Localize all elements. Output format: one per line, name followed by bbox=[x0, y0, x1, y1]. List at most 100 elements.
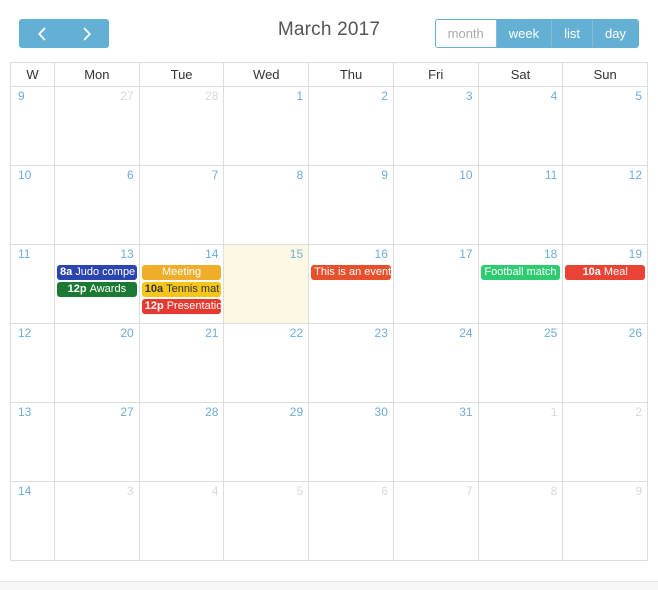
day-cell[interactable]: 28 bbox=[139, 87, 225, 166]
day-cell[interactable]: 1 bbox=[224, 87, 310, 166]
week-number-cell[interactable]: 11 bbox=[11, 245, 55, 324]
day-number: 27 bbox=[120, 89, 134, 103]
day-cell[interactable]: 1 bbox=[478, 403, 564, 482]
day-cell[interactable]: 18 Football match bbox=[478, 245, 564, 324]
day-cell[interactable]: 5 bbox=[563, 87, 649, 166]
event-title: Tennis mat bbox=[166, 283, 220, 295]
day-number: 31 bbox=[459, 405, 473, 419]
view-button-month[interactable]: month bbox=[435, 20, 496, 47]
calendar-event[interactable]: This is an event bbox=[311, 265, 391, 280]
day-cell[interactable]: 27 bbox=[55, 87, 140, 166]
day-cell[interactable]: 27 bbox=[55, 403, 140, 482]
day-number: 8 bbox=[550, 484, 558, 498]
calendar-event[interactable]: 10a Meal bbox=[565, 265, 646, 280]
day-cell[interactable]: 24 bbox=[393, 324, 479, 403]
calendar-event[interactable]: Football match bbox=[480, 265, 561, 280]
day-header-mon: Mon bbox=[55, 63, 140, 87]
day-number: 13 bbox=[120, 247, 134, 261]
day-cell[interactable]: 3 bbox=[55, 482, 140, 561]
day-number: 3 bbox=[127, 484, 134, 498]
week-number-cell[interactable]: 10 bbox=[11, 166, 55, 245]
day-header-wed: Wed bbox=[224, 63, 310, 87]
day-cell[interactable]: 25 bbox=[478, 324, 564, 403]
event-time: 10a bbox=[582, 266, 601, 278]
week-number: 12 bbox=[18, 326, 32, 340]
day-cell[interactable]: 7 bbox=[393, 482, 479, 561]
calendar-event[interactable]: 12p Awards bbox=[57, 282, 137, 297]
day-header-sun: Sun bbox=[563, 63, 649, 87]
day-cell[interactable]: 3 bbox=[393, 87, 479, 166]
calendar-weeks: 9 27 28 1 2 3 4 5 10 6 7 8 9 10 11 12 11 13 8a Judo compe 12… bbox=[11, 87, 649, 561]
day-cell[interactable]: 9 bbox=[563, 482, 649, 561]
day-number: 24 bbox=[459, 326, 473, 340]
calendar-event[interactable]: 8a Judo compe bbox=[57, 265, 137, 280]
view-switcher: month week list day bbox=[434, 19, 639, 48]
day-cell[interactable]: 2 bbox=[309, 87, 394, 166]
day-cell[interactable]: 15 bbox=[224, 245, 310, 324]
day-cell[interactable]: 4 bbox=[139, 482, 225, 561]
event-title: Judo compe bbox=[75, 266, 136, 278]
day-cell[interactable]: 30 bbox=[309, 403, 394, 482]
day-cell[interactable]: 26 bbox=[563, 324, 649, 403]
day-header-sat: Sat bbox=[478, 63, 564, 87]
event-title: Meeting bbox=[162, 266, 202, 278]
week-number-cell[interactable]: 9 bbox=[11, 87, 55, 166]
day-cell[interactable]: 19 10a Meal bbox=[563, 245, 649, 324]
day-header-row: W Mon Tue Wed Thu Fri Sat Sun bbox=[11, 63, 649, 87]
day-number: 2 bbox=[381, 89, 388, 103]
day-cell[interactable]: 8 bbox=[224, 166, 310, 245]
day-cell[interactable]: 5 bbox=[224, 482, 310, 561]
day-cell[interactable]: 11 bbox=[478, 166, 564, 245]
calendar-event[interactable]: 12p Presentatio bbox=[141, 299, 222, 314]
view-button-day[interactable]: day bbox=[592, 20, 638, 47]
day-cell[interactable]: 17 bbox=[393, 245, 479, 324]
day-cell[interactable]: 4 bbox=[478, 87, 564, 166]
day-cell[interactable]: 29 bbox=[224, 403, 310, 482]
week-number: 9 bbox=[18, 89, 25, 103]
day-number: 11 bbox=[544, 168, 558, 182]
week-number-cell[interactable]: 12 bbox=[11, 324, 55, 403]
footer-strip bbox=[0, 581, 658, 590]
day-cell[interactable]: 14 Meeting 10a Tennis mat 12p Presentatio bbox=[139, 245, 225, 324]
day-cell[interactable]: 23 bbox=[309, 324, 394, 403]
day-cell[interactable]: 21 bbox=[139, 324, 225, 403]
day-cell[interactable]: 7 bbox=[139, 166, 225, 245]
week-number-cell[interactable]: 14 bbox=[11, 482, 55, 561]
event-title: Awards bbox=[89, 283, 127, 295]
day-cell[interactable]: 8 bbox=[478, 482, 564, 561]
view-button-week[interactable]: week bbox=[495, 20, 552, 47]
calendar-week-row: 10 6 7 8 9 10 11 12 bbox=[11, 166, 649, 245]
day-cell[interactable]: 6 bbox=[309, 482, 394, 561]
calendar-app: March 2017 month week list day W Mon Tue… bbox=[0, 0, 658, 590]
day-cell[interactable]: 22 bbox=[224, 324, 310, 403]
day-cell[interactable]: 9 bbox=[309, 166, 394, 245]
day-header-fri: Fri bbox=[393, 63, 479, 87]
day-number: 4 bbox=[550, 89, 558, 103]
calendar-toolbar: March 2017 month week list day bbox=[0, 0, 658, 62]
day-number: 6 bbox=[381, 484, 388, 498]
day-cell[interactable]: 12 bbox=[563, 166, 649, 245]
calendar-week-row: 14 3 4 5 6 7 8 9 bbox=[11, 482, 649, 561]
calendar-event[interactable]: Meeting bbox=[141, 265, 222, 280]
event-title: This is an event bbox=[314, 266, 391, 278]
day-cell[interactable]: 31 bbox=[393, 403, 479, 482]
day-cell[interactable]: 16 This is an event bbox=[309, 245, 394, 324]
view-button-list[interactable]: list bbox=[551, 20, 593, 47]
day-number: 21 bbox=[205, 326, 219, 340]
day-number: 23 bbox=[374, 326, 388, 340]
day-cell[interactable]: 28 bbox=[139, 403, 225, 482]
day-number: 28 bbox=[205, 405, 219, 419]
day-cell[interactable]: 10 bbox=[393, 166, 479, 245]
day-events: This is an event bbox=[311, 265, 391, 282]
calendar-event[interactable]: 10a Tennis mat bbox=[141, 282, 222, 297]
day-cell[interactable]: 6 bbox=[55, 166, 140, 245]
day-cell[interactable]: 20 bbox=[55, 324, 140, 403]
day-number: 22 bbox=[289, 326, 304, 340]
day-number: 27 bbox=[120, 405, 134, 419]
day-number: 26 bbox=[628, 326, 643, 340]
event-time: 8a bbox=[60, 266, 73, 278]
day-number: 10 bbox=[459, 168, 473, 182]
week-number-cell[interactable]: 13 bbox=[11, 403, 55, 482]
day-cell[interactable]: 13 8a Judo compe 12p Awards bbox=[55, 245, 140, 324]
day-cell[interactable]: 2 bbox=[563, 403, 649, 482]
